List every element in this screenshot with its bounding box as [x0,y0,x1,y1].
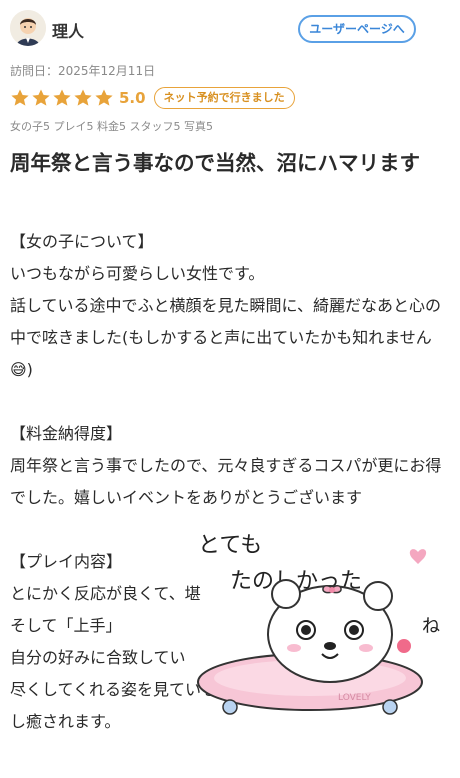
review-line: 周年祭と言う事でしたので、元々良すぎるコスパが更にお得でした。嬉しいイベントをあ… [10,456,442,507]
star-icon [94,88,114,108]
visit-method-badge: ネット予約で行きました [153,87,295,109]
review-line [10,386,450,418]
heart-icon [409,549,427,564]
visit-date: 訪問日：2025年12月11日 [10,64,156,78]
rating-score: 5.0 [119,89,146,107]
review-line: 【料金納得度】 [10,424,123,443]
star-icon [52,88,72,108]
bear-sticker: とても たのしかった ね LOVELY [190,522,452,722]
star-icon [31,88,51,108]
sticker-text-1: とても [198,533,262,558]
star-icon [10,88,30,108]
user-avatar-icon [10,10,46,46]
sticker-text-side: ね [422,616,440,637]
review-line: 【女の子について】 [10,232,154,251]
username[interactable]: 理人 [52,18,84,42]
review-line: いつもながら可愛らしい女性です。 [10,264,265,283]
rating-row: 5.0 ネット予約で行きました [10,86,295,110]
star-icon [73,88,93,108]
review-line: 話している途中でふと横顔を見た瞬間に、綺麗だなあと心の中で呟きました(もしかする… [10,296,442,379]
board-text: LOVELY [338,693,371,703]
avatar[interactable] [10,10,46,46]
review-header: 理人 ユーザーページへ [0,0,460,56]
star-rating [10,88,115,108]
user-page-button[interactable]: ユーザーページへ [298,15,416,43]
category-scores: 女の子5 プレイ5 料金5 スタッフ5 写真5 [10,120,213,133]
review-title: 周年祭と言う事なので当然、沼にハマリます [10,151,420,175]
